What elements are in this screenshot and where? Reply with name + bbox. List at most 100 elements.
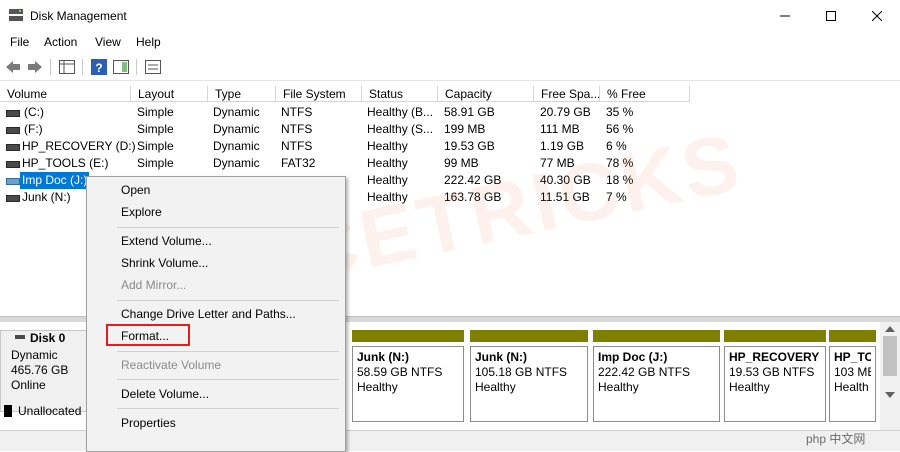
svg-text:?: ? <box>95 61 102 75</box>
volume-name: HP_TOOLS (E:) <box>22 156 109 170</box>
partition-block[interactable]: HP_TO 103 ME Health <box>829 330 876 424</box>
partition-block[interactable]: Junk (N:) 105.18 GB NTFS Healthy <box>470 330 588 424</box>
layout-cell: Simple <box>137 105 174 119</box>
menu-separator <box>117 300 339 301</box>
maximize-icon <box>826 11 836 21</box>
menu-file[interactable]: File <box>10 35 29 49</box>
menu-separator <box>117 408 339 409</box>
minimize-button[interactable] <box>762 0 808 32</box>
column-header-capacity[interactable]: Capacity <box>438 86 534 102</box>
menu-item-reactivate-volume: Reactivate Volume <box>121 358 222 372</box>
title-bar: Disk Management <box>0 0 900 32</box>
menu-item-explore[interactable]: Explore <box>121 202 162 222</box>
properties-button[interactable] <box>144 58 162 76</box>
menu-item-delete-volume[interactable]: Delete Volume... <box>121 384 209 404</box>
type-cell: Dynamic <box>213 156 260 170</box>
console-tree-icon <box>59 60 75 74</box>
table-row[interactable]: HP_RECOVERY (D:) Simple Dynamic NTFS Hea… <box>0 138 690 155</box>
free-space-cell: 77 MB <box>540 156 575 170</box>
disk-status: Online <box>11 378 46 392</box>
window-title: Disk Management <box>30 9 127 23</box>
table-row[interactable]: (C:) Simple Dynamic NTFS Healthy (B... 5… <box>0 104 690 121</box>
action-pane-icon <box>113 60 129 74</box>
type-cell: Dynamic <box>213 105 260 119</box>
disk-icon <box>15 335 25 339</box>
capacity-cell: 199 MB <box>444 122 486 136</box>
column-header-percent-free[interactable]: % Free <box>600 86 690 102</box>
capacity-cell: 99 MB <box>444 156 479 170</box>
partition-bar <box>352 330 464 342</box>
scroll-up-icon[interactable] <box>885 326 895 332</box>
layout-cell: Simple <box>137 122 174 136</box>
capacity-cell: 19.53 GB <box>444 139 495 153</box>
scrollbar-thumb[interactable] <box>883 336 897 376</box>
partition-block[interactable]: Imp Doc (J:) 222.42 GB NTFS Healthy <box>593 330 720 424</box>
partition-bar <box>724 330 826 342</box>
drive-icon <box>6 144 20 151</box>
menu-action[interactable]: Action <box>44 35 77 49</box>
menu-help[interactable]: Help <box>136 35 161 49</box>
menu-item-add-mirror: Add Mirror... <box>121 278 187 292</box>
column-header-file-system[interactable]: File System <box>276 86 362 102</box>
toolbar-separator <box>136 59 137 75</box>
status-cell: Healthy <box>367 156 408 170</box>
menu-item-change-drive-letter[interactable]: Change Drive Letter and Paths... <box>121 304 296 324</box>
column-header-status[interactable]: Status <box>362 86 438 102</box>
status-cell: Healthy <box>367 173 408 187</box>
layout-cell: Simple <box>137 139 174 153</box>
file-system-cell: FAT32 <box>281 156 316 170</box>
forward-arrow-icon <box>28 61 42 73</box>
percent-free-cell: 18 % <box>606 173 634 187</box>
partition-status: Healthy <box>357 380 398 394</box>
free-space-cell: 111 MB <box>540 122 580 136</box>
menu-item-extend-volume[interactable]: Extend Volume... <box>121 231 212 251</box>
disk-info[interactable]: Disk 0 Dynamic 465.76 GB Online <box>0 330 92 412</box>
show-hide-console-tree-button[interactable] <box>58 58 76 76</box>
help-button[interactable]: ? <box>90 58 108 76</box>
file-system-cell: NTFS <box>281 139 313 153</box>
partition-name: Junk (N:) <box>357 350 409 364</box>
menu-item-open[interactable]: Open <box>121 180 150 200</box>
table-row[interactable]: HP_TOOLS (E:) Simple Dynamic FAT32 Healt… <box>0 155 690 172</box>
partition-size: 105.18 GB NTFS <box>475 365 568 379</box>
scroll-down-icon[interactable] <box>885 392 895 398</box>
partition-size: 103 ME <box>834 365 871 379</box>
disk-management-icon <box>9 9 23 21</box>
close-icon <box>872 11 882 21</box>
column-header-free-space[interactable]: Free Spa... <box>534 86 600 102</box>
vertical-scrollbar[interactable] <box>880 322 900 430</box>
menu-item-shrink-volume[interactable]: Shrink Volume... <box>121 253 208 273</box>
menu-item-properties[interactable]: Properties <box>121 413 176 433</box>
partition-name: HP_TO <box>834 350 871 364</box>
toolbar: ? <box>0 54 900 81</box>
back-button[interactable] <box>4 58 22 76</box>
type-cell: Dynamic <box>213 122 260 136</box>
partition-name: Imp Doc (J:) <box>598 350 668 364</box>
table-row[interactable]: (F:) Simple Dynamic NTFS Healthy (S... 1… <box>0 121 690 138</box>
file-system-cell: NTFS <box>281 105 313 119</box>
status-cell: Healthy (B... <box>367 105 434 119</box>
properties-icon <box>145 60 161 74</box>
status-cell: Healthy <box>367 139 408 153</box>
close-button[interactable] <box>854 0 900 32</box>
legend-unallocated: Unallocated <box>18 404 82 418</box>
free-space-cell: 1.19 GB <box>540 139 585 153</box>
menu-view[interactable]: View <box>95 35 121 49</box>
volume-name: Imp Doc (J:) <box>20 172 90 189</box>
partition-block[interactable]: HP_RECOVERY ( 19.53 GB NTFS Healthy <box>724 330 826 424</box>
minimize-icon <box>780 15 790 17</box>
maximize-button[interactable] <box>808 0 854 32</box>
action-pane-button[interactable] <box>112 58 130 76</box>
column-header-type[interactable]: Type <box>208 86 276 102</box>
partition-status: Health <box>834 380 869 394</box>
disk-size: 465.76 GB <box>11 363 69 377</box>
free-space-cell: 20.79 GB <box>540 105 591 119</box>
column-header-volume[interactable]: Volume <box>0 86 131 102</box>
volume-name: (F:) <box>24 122 43 136</box>
column-header-layout[interactable]: Layout <box>131 86 208 102</box>
menu-separator <box>117 351 339 352</box>
forward-button[interactable] <box>26 58 44 76</box>
percent-free-cell: 78 % <box>606 156 634 170</box>
partition-block[interactable]: Junk (N:) 58.59 GB NTFS Healthy <box>352 330 464 424</box>
drive-icon <box>6 178 20 185</box>
